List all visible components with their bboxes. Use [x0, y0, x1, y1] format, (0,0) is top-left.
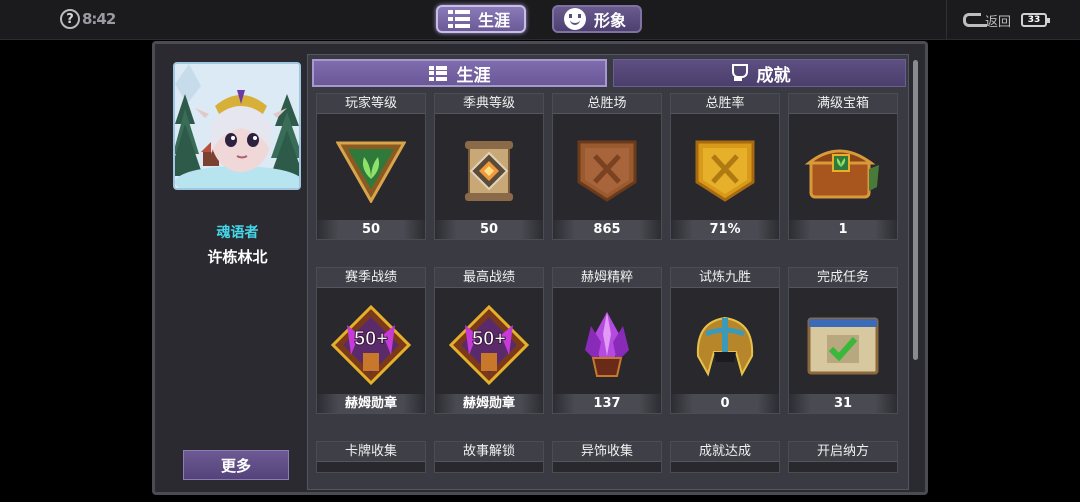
stat-card-story-unlock[interactable]: 故事解锁 [434, 441, 544, 473]
stat-card-max-chest[interactable]: 满级宝箱 1 [788, 93, 898, 240]
card-header: 故事解锁 [435, 442, 543, 462]
player-name: 许栋林北 [207, 248, 268, 266]
level-triangle-icon [336, 141, 406, 203]
list-icon [429, 66, 447, 81]
career-panel: 魂语者 许栋林北 更多 生涯 成就 玩家等级 50 季典等级 50 总胜场 86… [152, 41, 928, 495]
card-value: 865 [553, 220, 661, 239]
subtab-achievements[interactable]: 成就 [613, 59, 906, 87]
back-arrow-icon [963, 13, 987, 27]
stat-card-season-level[interactable]: 季典等级 50 [434, 93, 544, 240]
avatar[interactable] [173, 62, 301, 190]
card-header: 开启纳方 [789, 442, 897, 462]
subtab-achievements-label: 成就 [756, 65, 791, 86]
card-header: 成就达成 [671, 442, 779, 462]
avatar-portrait-icon [175, 64, 299, 188]
card-header: 赛季战绩 [317, 268, 425, 288]
card-value: 0 [671, 394, 779, 413]
card-value: 31 [789, 394, 897, 413]
card-value: 71% [671, 220, 779, 239]
stat-card-tasks-done[interactable]: 完成任务 31 [788, 267, 898, 414]
trophy-icon [729, 64, 748, 82]
card-value: 50 [317, 220, 425, 239]
stat-card-season-record[interactable]: 赛季战绩 50+ 赫姆勋章 [316, 267, 426, 414]
tab-career[interactable]: 生涯 [436, 5, 527, 33]
purple-crystal-icon [585, 311, 629, 377]
card-header: 最高战绩 [435, 268, 543, 288]
stat-card-card-collection[interactable]: 卡牌收集 [316, 441, 426, 473]
more-button[interactable]: 更多 [183, 450, 289, 480]
card-value: 赫姆勋章 [317, 394, 425, 413]
stat-card-player-level[interactable]: 玩家等级 50 [316, 93, 426, 240]
top-tabs: 生涯 形象 [436, 5, 643, 33]
tab-career-label: 生涯 [478, 11, 511, 30]
back-button[interactable]: 返回 33 [946, 0, 1080, 40]
subtab-career[interactable]: 生涯 [312, 59, 607, 87]
card-header: 玩家等级 [317, 94, 425, 114]
help-icon: ? [60, 9, 80, 29]
medal-badge: 50+ [472, 328, 506, 350]
card-header: 满级宝箱 [789, 94, 897, 114]
stat-card-total-wins[interactable]: 总胜场 865 [552, 93, 662, 240]
hem-medal-icon: 50+ [330, 304, 412, 385]
card-header: 完成任务 [789, 268, 897, 288]
back-label: 返回 [985, 14, 1012, 30]
list-icon [448, 10, 470, 28]
card-header: 卡牌收集 [317, 442, 425, 462]
card-value: 1 [789, 220, 897, 239]
medal-badge: 50+ [354, 328, 388, 350]
bronze-shield-icon [577, 140, 637, 202]
card-header: 季典等级 [435, 94, 543, 114]
helmet-icon [696, 316, 754, 377]
stat-card-cosmetic-collection[interactable]: 异饰收集 [552, 441, 662, 473]
gold-shield-icon [695, 140, 755, 202]
stats-panel: 生涯 成就 玩家等级 50 季典等级 50 总胜场 865 总胜率 71% 满级… [307, 54, 909, 490]
card-header: 赫姆精粹 [553, 268, 661, 288]
sub-tabs: 生涯 成就 [312, 59, 906, 87]
help-button[interactable]: ? 8:42 [60, 9, 116, 29]
tab-appearance[interactable]: 形象 [552, 5, 643, 33]
stat-card-best-record[interactable]: 最高战绩 50+ 赫姆勋章 [434, 267, 544, 414]
smile-icon [564, 8, 587, 30]
card-header: 总胜率 [671, 94, 779, 114]
battery-icon: 33 [1021, 13, 1051, 27]
checkmark-board-icon [807, 317, 879, 374]
hem-medal-icon: 50+ [448, 304, 530, 385]
profile-panel: 魂语者 许栋林北 更多 [165, 54, 310, 484]
stat-card-trial-nine[interactable]: 试炼九胜 0 [670, 267, 780, 414]
card-header: 异饰收集 [553, 442, 661, 462]
stat-card-hem-essence[interactable]: 赫姆精粹 137 [552, 267, 662, 414]
treasure-chest-icon [804, 149, 879, 198]
stat-card-open-nafang[interactable]: 开启纳方 [788, 441, 898, 473]
subtab-career-label: 生涯 [456, 65, 491, 86]
player-title: 魂语者 [216, 225, 259, 241]
scroll-badge-icon [465, 140, 513, 201]
card-header: 试炼九胜 [671, 268, 779, 288]
stat-card-win-rate[interactable]: 总胜率 71% [670, 93, 780, 240]
card-value: 赫姆勋章 [435, 394, 543, 413]
top-bar: ? 8:42 生涯 形象 返回 33 [0, 0, 1080, 40]
tab-appearance-label: 形象 [594, 11, 627, 30]
card-value: 137 [553, 394, 661, 413]
scrollbar[interactable] [913, 60, 918, 360]
stat-card-achievements-done[interactable]: 成就达成 [670, 441, 780, 473]
card-header: 总胜场 [553, 94, 661, 114]
help-time: 8:42 [82, 10, 116, 28]
card-value: 50 [435, 220, 543, 239]
